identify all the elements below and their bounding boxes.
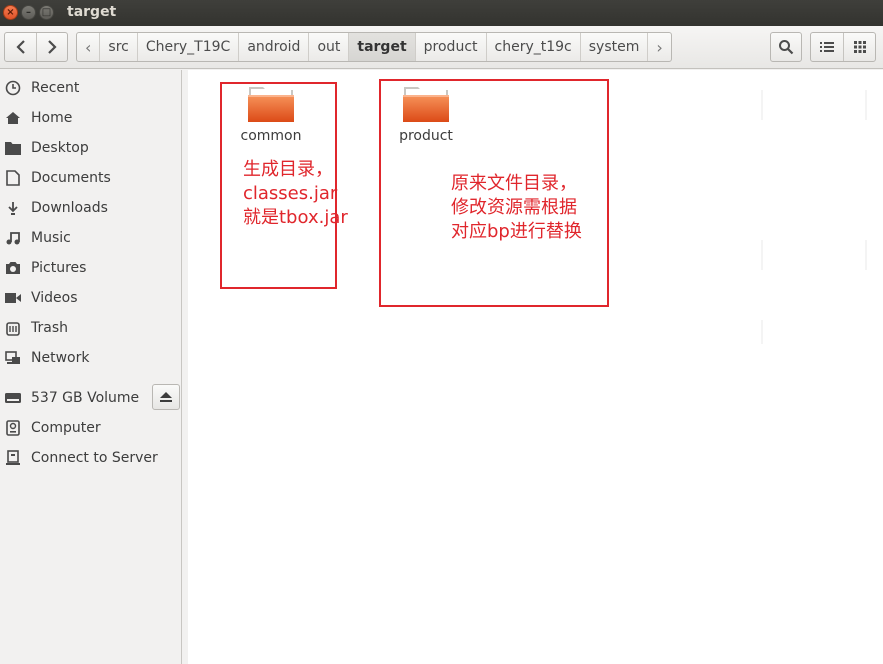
sidebar-item-music[interactable]: Music (0, 224, 181, 252)
crumb-chery-t19c-lower[interactable]: chery_t19c (485, 33, 580, 61)
chevron-left-icon (15, 40, 25, 54)
faint-artifact (761, 240, 763, 270)
path-scroll-left[interactable]: ‹ (77, 33, 99, 61)
grid-view-button[interactable] (843, 33, 875, 61)
sidebar-item-label: Downloads (31, 200, 108, 216)
view-mode-group (810, 32, 876, 62)
eject-button[interactable] (152, 384, 180, 410)
sidebar-item-label: Pictures (31, 260, 87, 276)
annotation-line: classes.jar (243, 183, 338, 204)
music-icon (4, 229, 22, 247)
eject-icon (160, 392, 172, 402)
annotation-text-left: 生成目录， classes.jar 就是tbox.jar (243, 158, 348, 230)
back-button[interactable] (5, 33, 36, 61)
crumb-target[interactable]: target (348, 33, 415, 61)
sidebar-item-label: Computer (31, 420, 101, 436)
window-title: target (67, 4, 117, 20)
document-icon (4, 169, 22, 187)
annotation-line: 原来文件目录， (451, 173, 577, 194)
file-view[interactable]: common product 生成目录， classes.jar 就是tbox.… (188, 70, 883, 664)
crumb-src[interactable]: src (99, 33, 136, 61)
path-bar: ‹ src Chery_T19C android out target prod… (76, 32, 672, 62)
sidebar-item-label: Connect to Server (31, 450, 158, 466)
list-icon (820, 42, 834, 52)
sidebar-item-network[interactable]: Network (0, 344, 181, 372)
list-view-button[interactable] (811, 33, 843, 61)
annotation-line: 生成目录， (243, 159, 333, 180)
server-icon (4, 449, 22, 467)
crumb-android[interactable]: android (238, 33, 308, 61)
sidebar-item-recent[interactable]: Recent (0, 74, 181, 102)
home-icon (4, 109, 22, 127)
sidebar-item-label: Trash (31, 320, 68, 336)
sidebar-item-label: Videos (31, 290, 78, 306)
sidebar-item-connect-server[interactable]: Connect to Server (0, 444, 181, 472)
network-icon (4, 349, 22, 367)
drive-icon (4, 389, 22, 407)
sidebar-item-label: Recent (31, 80, 80, 96)
faint-artifact (865, 90, 867, 120)
crumb-chery-t19c[interactable]: Chery_T19C (136, 33, 238, 61)
path-scroll-right[interactable]: › (647, 33, 670, 61)
sidebar-item-documents[interactable]: Documents (0, 164, 181, 192)
sidebar-item-desktop[interactable]: Desktop (0, 134, 181, 162)
annotation-line: 修改资源需根据 (451, 197, 577, 218)
sidebar-item-downloads[interactable]: Downloads (0, 194, 181, 222)
faint-artifact (761, 90, 763, 120)
trash-icon (4, 319, 22, 337)
crumb-system[interactable]: system (579, 33, 648, 61)
annotation-line: 对应bp进行替换 (451, 221, 582, 242)
desktop-folder-icon (4, 139, 22, 157)
search-icon (779, 40, 794, 55)
title-bar: × – □ target (0, 0, 883, 26)
faint-artifact (761, 320, 763, 344)
close-window-button[interactable]: × (3, 5, 18, 20)
history-nav (4, 32, 68, 62)
sidebar-item-pictures[interactable]: Pictures (0, 254, 181, 282)
sidebar-item-label: Documents (31, 170, 111, 186)
sidebar-item-computer[interactable]: Computer (0, 414, 181, 442)
sidebar-item-home[interactable]: Home (0, 104, 181, 132)
grid-icon (853, 41, 866, 53)
sidebar-item-label: Network (31, 350, 90, 366)
sidebar: Recent Home Desktop Documents Downloads … (0, 70, 182, 664)
sidebar-item-label: Music (31, 230, 71, 246)
minimize-window-button[interactable]: – (21, 5, 36, 20)
sidebar-item-label: 537 GB Volume (31, 390, 140, 406)
toolbar: ‹ src Chery_T19C android out target prod… (0, 26, 883, 69)
faint-artifact (865, 240, 867, 270)
sidebar-item-videos[interactable]: Videos (0, 284, 181, 312)
sidebar-item-label: Home (31, 110, 73, 126)
chevron-right-icon (48, 40, 57, 54)
crumb-out[interactable]: out (308, 33, 348, 61)
search-button[interactable] (770, 32, 802, 62)
annotation-line: 就是tbox.jar (243, 207, 348, 228)
camera-icon (4, 259, 22, 277)
sidebar-item-label: Desktop (31, 140, 89, 156)
computer-icon (4, 419, 22, 437)
clock-icon (4, 79, 22, 97)
download-icon (4, 199, 22, 217)
annotation-text-right: 原来文件目录， 修改资源需根据 对应bp进行替换 (451, 172, 582, 244)
crumb-product[interactable]: product (414, 33, 486, 61)
forward-button[interactable] (36, 33, 67, 61)
video-icon (4, 289, 22, 307)
maximize-window-button[interactable]: □ (39, 5, 54, 20)
sidebar-item-trash[interactable]: Trash (0, 314, 181, 342)
